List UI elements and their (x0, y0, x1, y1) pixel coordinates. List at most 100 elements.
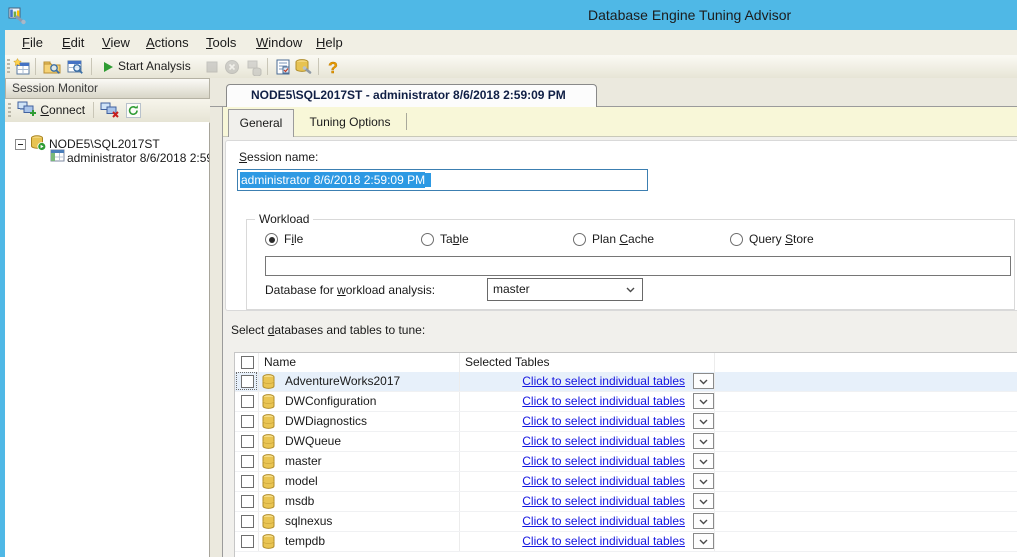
table-row[interactable]: AdventureWorks2017 Click to select indiv… (235, 372, 1017, 392)
chevron-down-icon (699, 379, 708, 385)
row-checkbox[interactable] (241, 435, 254, 448)
tuning-report-icon[interactable] (274, 58, 292, 76)
select-tables-link[interactable]: Click to select individual tables (522, 514, 685, 528)
column-divider (459, 492, 460, 511)
row-checkbox[interactable] (241, 375, 254, 388)
column-divider (258, 353, 259, 372)
column-divider (714, 512, 715, 531)
document-tab[interactable]: NODE5\SQL2017ST - administrator 8/6/2018… (226, 84, 597, 107)
workload-radio-3[interactable] (730, 233, 743, 246)
table-row[interactable]: DWConfiguration Click to select individu… (235, 392, 1017, 412)
session-monitor-header: Session Monitor (5, 78, 210, 99)
main-toolbar: Start Analysis ? (5, 55, 1017, 79)
tables-dropdown-button[interactable] (693, 473, 714, 489)
new-session-icon[interactable] (13, 58, 31, 76)
select-tables-link[interactable]: Click to select individual tables (522, 374, 685, 388)
refresh-icon[interactable] (126, 103, 141, 118)
tab-tuning-options[interactable]: Tuning Options (294, 109, 406, 136)
select-tables-link[interactable]: Click to select individual tables (522, 494, 685, 508)
column-divider (714, 412, 715, 431)
toolbar-separator (93, 102, 94, 118)
database-table: Name Selected Tables AdventureWorks2017 … (234, 352, 1017, 557)
database-cylinder-icon (262, 434, 275, 449)
menu-actions[interactable]: Actions (142, 30, 193, 55)
select-tables-link[interactable]: Click to select individual tables (522, 454, 685, 468)
connect-computers-plus-icon (17, 101, 37, 117)
database-name: AdventureWorks2017 (285, 374, 400, 388)
table-row[interactable]: sqlnexus Click to select individual tabl… (235, 512, 1017, 532)
row-checkbox[interactable] (241, 495, 254, 508)
table-header: Name Selected Tables (235, 353, 1017, 373)
tables-dropdown-button[interactable] (693, 373, 714, 389)
chevron-down-icon (699, 439, 708, 445)
column-divider (258, 412, 259, 431)
help-question-icon[interactable]: ? (324, 58, 342, 76)
table-row[interactable]: master Click to select individual tables (235, 452, 1017, 472)
row-checkbox[interactable] (241, 475, 254, 488)
start-analysis-button[interactable]: Start Analysis (118, 55, 191, 78)
select-tables-link[interactable]: Click to select individual tables (522, 534, 685, 548)
tab-general[interactable]: General (228, 109, 294, 137)
menu-tools[interactable]: Tools (202, 30, 240, 55)
sub-tab-separator (406, 113, 407, 130)
tables-dropdown-button[interactable] (693, 433, 714, 449)
chevron-down-icon (699, 519, 708, 525)
tables-dropdown-button[interactable] (693, 393, 714, 409)
table-row[interactable]: model Click to select individual tables (235, 472, 1017, 492)
workload-file-input[interactable] (265, 256, 1011, 276)
workload-radio-0[interactable] (265, 233, 278, 246)
session-tree: NODE5\SQL2017ST administrator 8/6/2018 2… (5, 122, 209, 557)
menu-edit[interactable]: Edit (58, 30, 88, 55)
table-row[interactable]: msdb Click to select individual tables (235, 492, 1017, 512)
tables-dropdown-button[interactable] (693, 453, 714, 469)
workload-radio-2[interactable] (573, 233, 586, 246)
menu-view[interactable]: View (98, 30, 134, 55)
connect-button[interactable]: Connect (17, 100, 85, 121)
table-row[interactable]: tempdb Click to select individual tables (235, 532, 1017, 552)
menu-file[interactable]: File (18, 30, 47, 55)
database-name: tempdb (285, 534, 325, 548)
column-divider (714, 353, 715, 372)
table-row[interactable]: DWQueue Click to select individual table… (235, 432, 1017, 452)
table-row[interactable]: DWDiagnostics Click to select individual… (235, 412, 1017, 432)
db-for-analysis-combo[interactable]: master (487, 278, 643, 301)
row-checkbox[interactable] (241, 535, 254, 548)
tuning-options-db-wrench-icon[interactable] (294, 58, 312, 76)
start-analysis-play-icon[interactable] (102, 61, 114, 73)
select-tables-link[interactable]: Click to select individual tables (522, 394, 685, 408)
session-monitor-panel: Session Monitor Connect (5, 78, 210, 557)
database-name: sqlnexus (285, 514, 332, 528)
menu-window[interactable]: Window (252, 30, 306, 55)
apply-recommendations-icon[interactable] (245, 58, 263, 76)
session-name-label: Session name: (239, 150, 318, 164)
tables-dropdown-button[interactable] (693, 493, 714, 509)
open-workload-file-icon[interactable] (43, 58, 61, 76)
tables-dropdown-button[interactable] (693, 533, 714, 549)
cancel-icon[interactable] (223, 58, 241, 76)
select-tables-link[interactable]: Click to select individual tables (522, 474, 685, 488)
row-checkbox[interactable] (241, 515, 254, 528)
workload-groupbox: Workload File Table Plan Cache Query Sto… (246, 219, 1015, 310)
tables-dropdown-button[interactable] (693, 513, 714, 529)
row-checkbox[interactable] (241, 455, 254, 468)
tree-item-server[interactable]: NODE5\SQL2017ST (5, 128, 209, 146)
tree-item-session[interactable]: administrator 8/6/2018 2:59: (5, 146, 209, 164)
select-tables-link[interactable]: Click to select individual tables (522, 434, 685, 448)
stop-analysis-icon[interactable] (203, 58, 221, 76)
column-divider (714, 372, 715, 391)
workload-radio-1[interactable] (421, 233, 434, 246)
session-name-input[interactable]: administrator 8/6/2018 2:59:09 PM (237, 169, 648, 191)
toolbar-separator (267, 58, 268, 75)
column-divider (459, 532, 460, 551)
row-checkbox[interactable] (241, 395, 254, 408)
row-checkbox[interactable] (241, 415, 254, 428)
select-tables-link[interactable]: Click to select individual tables (522, 414, 685, 428)
tables-dropdown-button[interactable] (693, 413, 714, 429)
disconnect-computers-x-icon[interactable] (100, 102, 120, 118)
workload-legend: Workload (255, 212, 313, 226)
chevron-down-icon (699, 459, 708, 465)
tab-page: General Tuning Options Session name: adm… (222, 107, 1017, 557)
open-workload-table-icon[interactable] (66, 58, 84, 76)
menu-help[interactable]: Help (312, 30, 347, 55)
select-all-checkbox[interactable] (241, 356, 254, 369)
